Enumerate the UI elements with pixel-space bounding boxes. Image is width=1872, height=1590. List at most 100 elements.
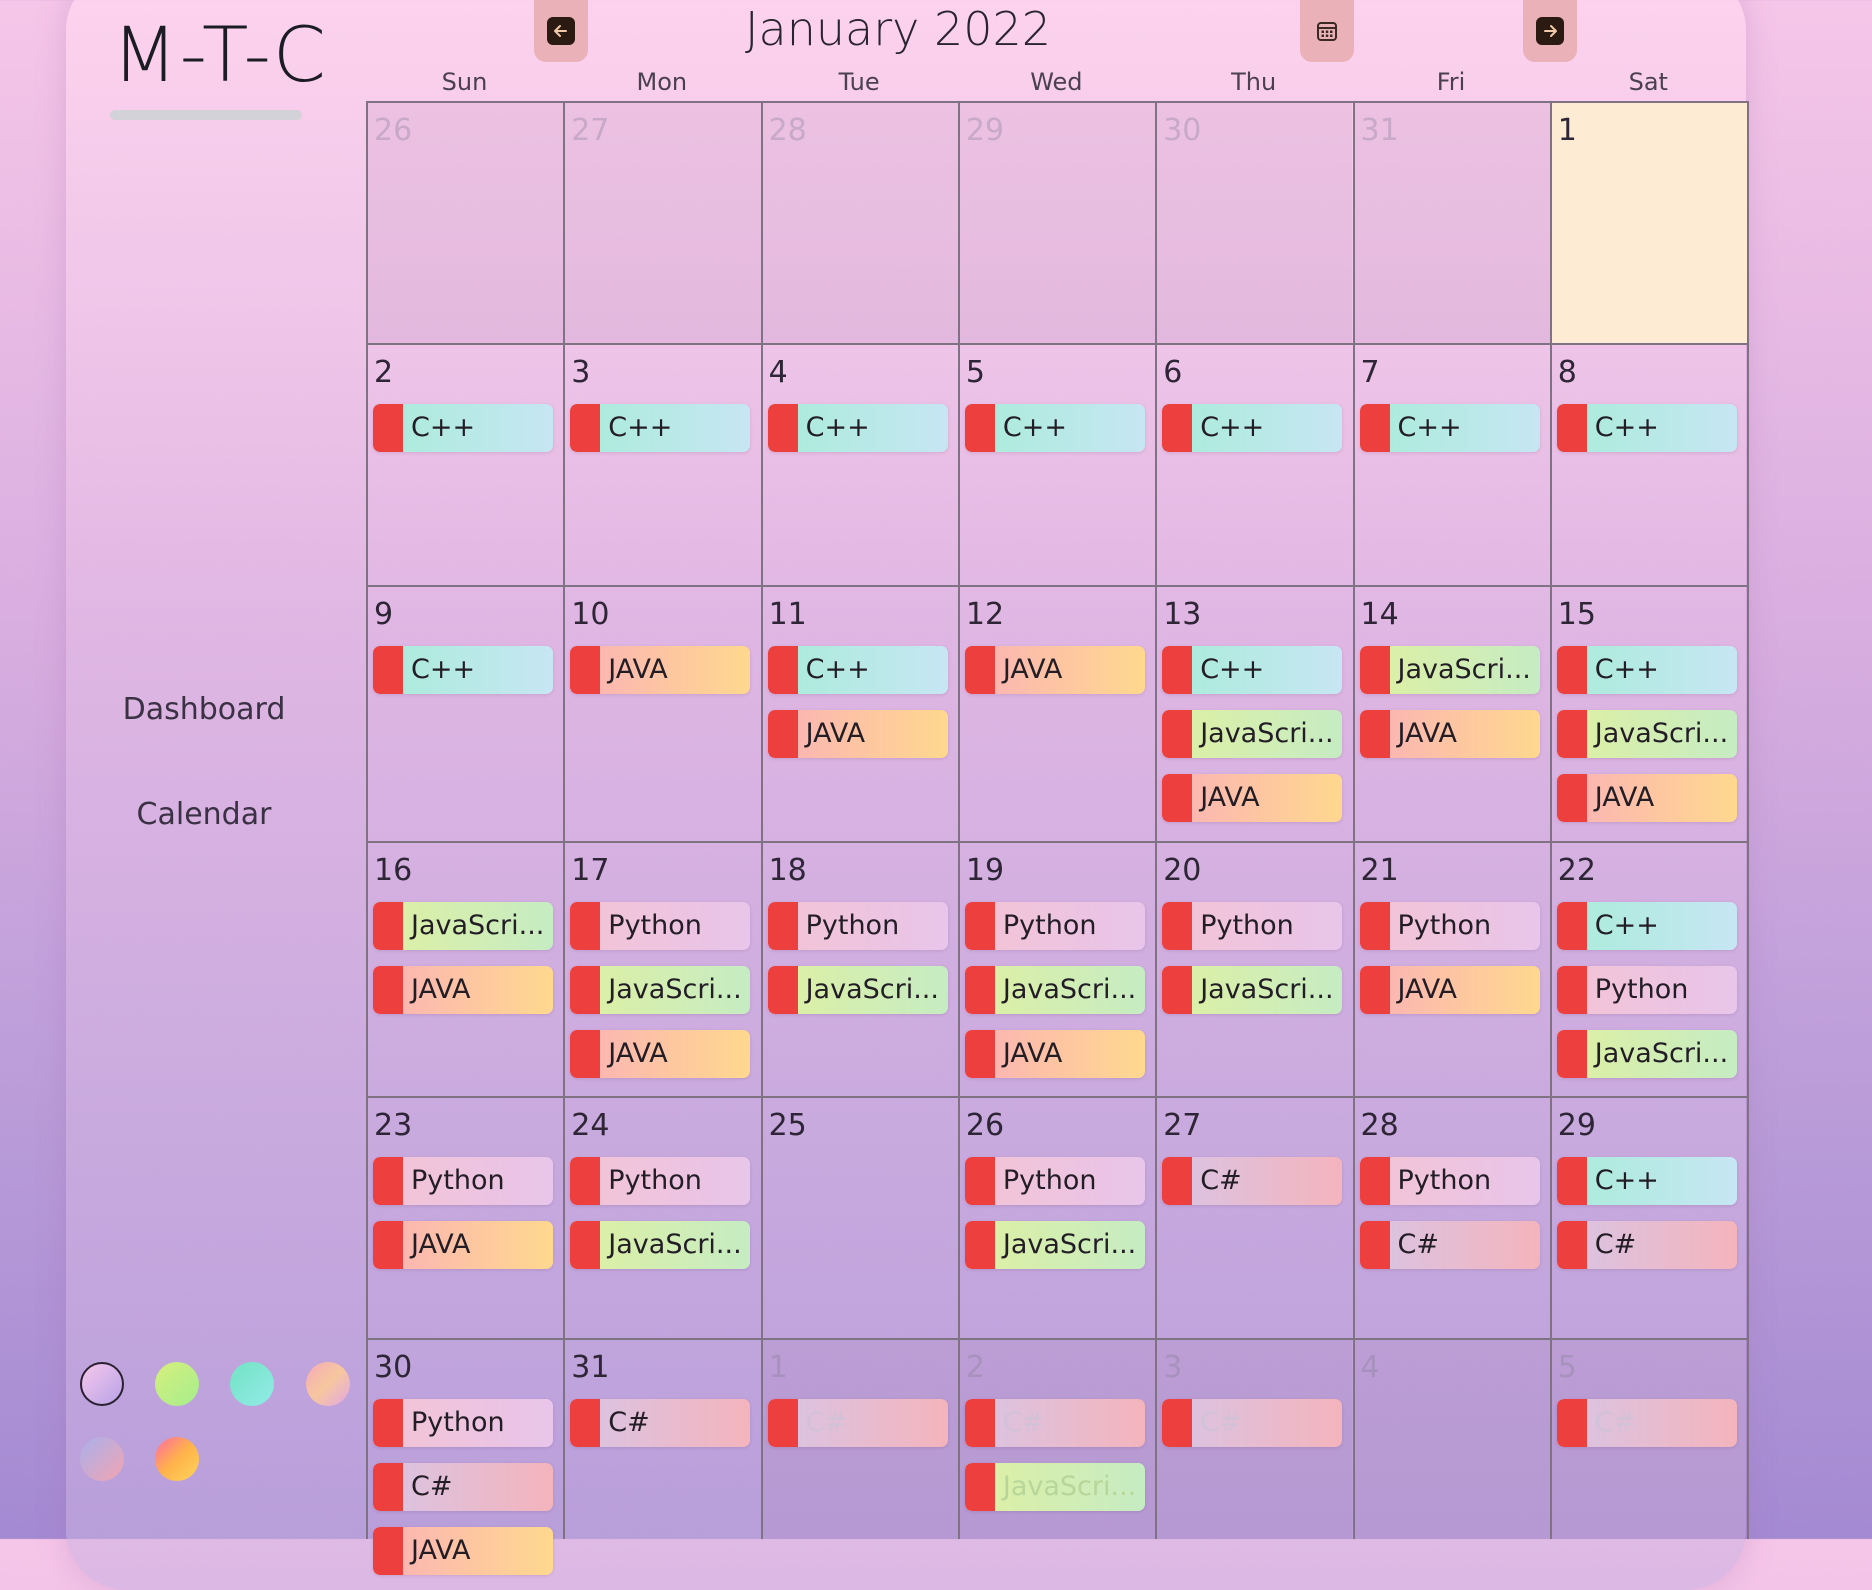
- event-chip-java[interactable]: JAVA: [767, 710, 948, 758]
- day-cell[interactable]: 5 C#: [1549, 1338, 1748, 1539]
- event-chip-js[interactable]: JavaScri...: [570, 1221, 751, 1269]
- event-chip-cs[interactable]: C#: [1556, 1399, 1737, 1447]
- event-chip-js[interactable]: JavaScri...: [964, 1463, 1145, 1511]
- day-cell[interactable]: 30: [1155, 101, 1353, 343]
- event-chip-java[interactable]: JAVA: [570, 646, 751, 694]
- day-cell[interactable]: 14 JavaScri... JAVA: [1353, 585, 1550, 841]
- event-chip-java[interactable]: JAVA: [373, 1527, 553, 1575]
- event-chip-cs[interactable]: C#: [1359, 1221, 1540, 1269]
- day-cell[interactable]: 20 Python JavaScri...: [1155, 841, 1352, 1096]
- event-chip-java[interactable]: JAVA: [1359, 966, 1540, 1014]
- event-chip-cpp[interactable]: C++: [767, 646, 948, 694]
- day-cell[interactable]: 12 JAVA: [958, 585, 1155, 841]
- event-chip-java[interactable]: JAVA: [964, 1030, 1145, 1078]
- day-cell[interactable]: 23 Python JAVA: [366, 1096, 563, 1338]
- event-chip-py[interactable]: Python: [767, 902, 948, 950]
- event-chip-cs[interactable]: C#: [1162, 1157, 1343, 1205]
- day-cell[interactable]: 8 C++: [1550, 343, 1747, 585]
- day-cell[interactable]: 21 Python JAVA: [1353, 841, 1550, 1096]
- day-cell[interactable]: 6 C++: [1155, 343, 1352, 585]
- event-chip-py[interactable]: Python: [373, 1399, 553, 1447]
- event-chip-py[interactable]: Python: [964, 1157, 1145, 1205]
- event-chip-cpp[interactable]: C++: [570, 404, 751, 452]
- next-month-button[interactable]: [1523, 0, 1577, 62]
- day-cell[interactable]: 28 Python C#: [1353, 1096, 1550, 1338]
- event-chip-cpp[interactable]: C++: [767, 404, 948, 452]
- event-chip-cpp[interactable]: C++: [1162, 404, 1343, 452]
- day-cell[interactable]: 18 Python JavaScri...: [761, 841, 958, 1096]
- event-chip-py[interactable]: Python: [373, 1157, 553, 1205]
- day-cell[interactable]: 24 Python JavaScri...: [563, 1096, 760, 1338]
- event-chip-cpp[interactable]: C++: [1162, 646, 1343, 694]
- event-chip-cs[interactable]: C#: [1556, 1221, 1737, 1269]
- theme-swatch-orange-sunset[interactable]: [155, 1437, 199, 1481]
- prev-month-button[interactable]: [534, 0, 588, 62]
- day-cell[interactable]: 31: [1352, 101, 1550, 343]
- day-cell[interactable]: 19 Python JavaScri... JAVA: [958, 841, 1155, 1096]
- day-cell[interactable]: 9 C++: [366, 585, 563, 841]
- event-chip-js[interactable]: JavaScri...: [964, 966, 1145, 1014]
- day-cell[interactable]: 3 C#: [1155, 1338, 1353, 1539]
- theme-swatch-peach-pink[interactable]: [306, 1362, 350, 1406]
- day-cell[interactable]: 31 C#: [563, 1338, 760, 1539]
- day-cell[interactable]: 13 C++ JavaScri... JAVA: [1155, 585, 1352, 841]
- event-chip-cpp[interactable]: C++: [1556, 1157, 1737, 1205]
- day-cell[interactable]: 28: [760, 101, 958, 343]
- day-cell[interactable]: 16 JavaScri... JAVA: [366, 841, 563, 1096]
- event-chip-js[interactable]: JavaScri...: [1556, 710, 1737, 758]
- day-cell[interactable]: 27 C#: [1155, 1096, 1352, 1338]
- day-cell[interactable]: 4: [1352, 1338, 1550, 1539]
- day-cell[interactable]: 10 JAVA: [563, 585, 760, 841]
- event-chip-java[interactable]: JAVA: [964, 646, 1145, 694]
- day-cell[interactable]: 11 C++ JAVA: [761, 585, 958, 841]
- day-cell[interactable]: 1 C#: [760, 1338, 958, 1539]
- event-chip-py[interactable]: Python: [1359, 902, 1540, 950]
- event-chip-cs[interactable]: C#: [1162, 1399, 1343, 1447]
- theme-swatch-lavender-rose[interactable]: [80, 1437, 124, 1481]
- day-cell[interactable]: 25: [761, 1096, 958, 1338]
- day-cell[interactable]: 27: [563, 101, 761, 343]
- event-chip-cs[interactable]: C#: [964, 1399, 1145, 1447]
- day-cell[interactable]: 22 C++ Python JavaScri...: [1550, 841, 1747, 1096]
- day-cell[interactable]: 4 C++: [761, 343, 958, 585]
- event-chip-cpp[interactable]: C++: [373, 404, 553, 452]
- theme-swatch-lime-green[interactable]: [155, 1362, 199, 1406]
- event-chip-py[interactable]: Python: [570, 1157, 751, 1205]
- nav-calendar[interactable]: Calendar: [54, 797, 354, 832]
- event-chip-js[interactable]: JavaScri...: [373, 902, 553, 950]
- day-cell[interactable]: 7 C++: [1353, 343, 1550, 585]
- event-chip-py[interactable]: Python: [964, 902, 1145, 950]
- event-chip-java[interactable]: JAVA: [373, 966, 553, 1014]
- day-cell[interactable]: 30 Python C# JAVA: [366, 1338, 563, 1575]
- day-cell[interactable]: 5 C++: [958, 343, 1155, 585]
- event-chip-py[interactable]: Python: [570, 902, 751, 950]
- event-chip-py[interactable]: Python: [1556, 966, 1737, 1014]
- event-chip-cpp[interactable]: C++: [373, 646, 553, 694]
- event-chip-cs[interactable]: C#: [570, 1399, 751, 1447]
- day-cell[interactable]: 15 C++ JavaScri... JAVA: [1550, 585, 1747, 841]
- day-cell[interactable]: 26 Python JavaScri...: [958, 1096, 1155, 1338]
- event-chip-cpp[interactable]: C++: [1556, 404, 1737, 452]
- day-cell[interactable]: 3 C++: [563, 343, 760, 585]
- theme-swatch-pink-purple[interactable]: [80, 1362, 124, 1406]
- event-chip-java[interactable]: JAVA: [1556, 774, 1737, 822]
- event-chip-cpp[interactable]: C++: [1359, 404, 1540, 452]
- day-cell[interactable]: 17 Python JavaScri... JAVA: [563, 841, 760, 1096]
- event-chip-cpp[interactable]: C++: [964, 404, 1145, 452]
- event-chip-cpp[interactable]: C++: [1556, 646, 1737, 694]
- event-chip-js[interactable]: JavaScri...: [767, 966, 948, 1014]
- event-chip-js[interactable]: JavaScri...: [570, 966, 751, 1014]
- event-chip-js[interactable]: JavaScri...: [1556, 1030, 1737, 1078]
- nav-dashboard[interactable]: Dashboard: [54, 692, 354, 727]
- day-cell[interactable]: 29: [957, 101, 1156, 343]
- today-calendar-button[interactable]: [1300, 0, 1354, 62]
- event-chip-js[interactable]: JavaScri...: [1162, 710, 1343, 758]
- event-chip-java[interactable]: JAVA: [1162, 774, 1343, 822]
- event-chip-js[interactable]: JavaScri...: [964, 1221, 1145, 1269]
- event-chip-cs[interactable]: C#: [767, 1399, 948, 1447]
- event-chip-cpp[interactable]: C++: [1556, 902, 1737, 950]
- event-chip-java[interactable]: JAVA: [373, 1221, 553, 1269]
- day-cell[interactable]: 1: [1549, 101, 1748, 343]
- event-chip-py[interactable]: Python: [1162, 902, 1343, 950]
- event-chip-js[interactable]: JavaScri...: [1162, 966, 1343, 1014]
